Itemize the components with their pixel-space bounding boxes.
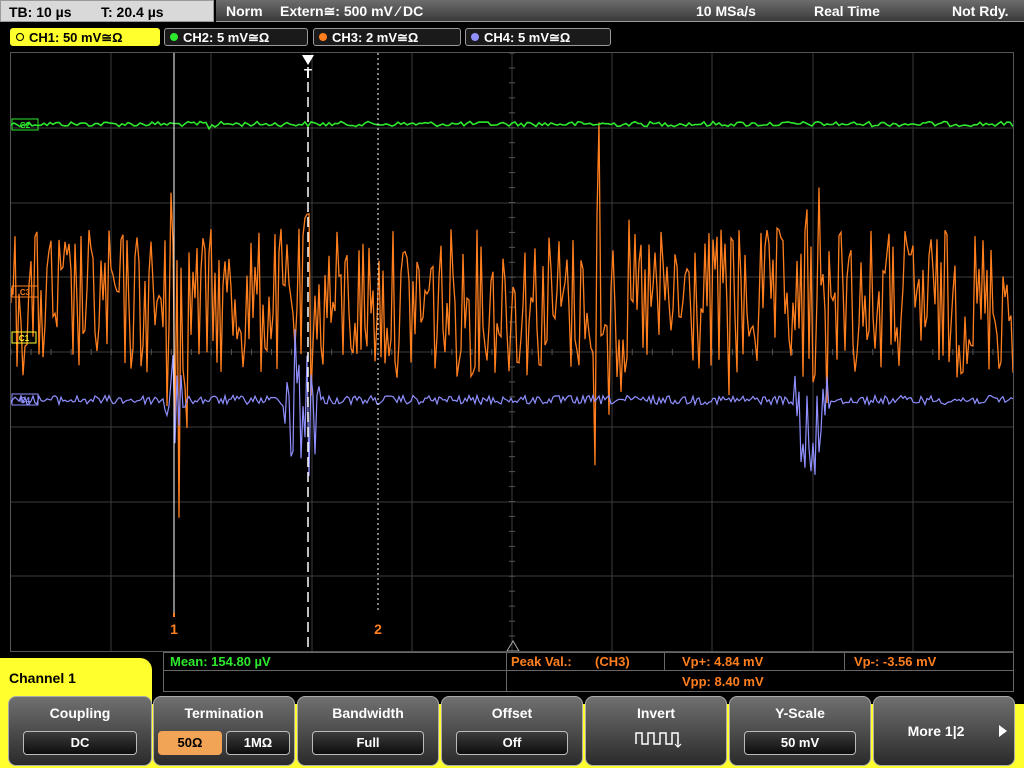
offset-softkey[interactable]: Offset Off	[441, 696, 583, 766]
ch3-dot-icon	[319, 33, 327, 41]
offset-label: Offset	[491, 705, 533, 721]
yscale-value: 50 mV	[744, 731, 856, 755]
svg-text:C2: C2	[20, 121, 31, 130]
measurement-panel[interactable]: Mean: 154.80 µV Peak Val.: (CH3) Vp+: 4.…	[163, 652, 1014, 692]
ch2-dot-icon	[170, 33, 178, 41]
coupling-value: DC	[23, 731, 137, 755]
acquisition-bar[interactable]: Norm Extern≅: 500 mV ⁄ DC 10 MSa/s Real …	[216, 0, 1024, 22]
tab-ch4[interactable]: CH4: 5 mV≅Ω	[465, 28, 611, 46]
more-label: More 1|2	[907, 723, 965, 739]
coupling-softkey[interactable]: Coupling DC	[8, 696, 152, 766]
timebase-box[interactable]: TB: 10 µs T: 20.4 µs	[0, 0, 214, 22]
cursor-1-label: 1	[170, 621, 178, 637]
peak-channel: (CH3)	[595, 654, 630, 669]
termination-1mohm-option[interactable]: 1MΩ	[226, 731, 290, 755]
graticule	[11, 53, 1013, 651]
timebase-label: TB: 10 µs	[9, 4, 72, 20]
trigger-mode-label: Norm	[226, 3, 263, 19]
bandwidth-value: Full	[312, 731, 424, 755]
trigger-time-label: T: 20.4 µs	[101, 4, 164, 20]
ch1-dot-icon	[16, 33, 24, 41]
menu-title-label: Channel 1	[9, 670, 76, 686]
trigger-marker-label: T	[304, 66, 312, 81]
vp-minus-readout: Vp-: -3.56 mV	[854, 654, 937, 669]
bandwidth-softkey[interactable]: Bandwidth Full	[297, 696, 439, 766]
measurement-divider-v2	[664, 653, 665, 670]
tab-ch1[interactable]: CH1: 50 mV≅Ω	[10, 28, 160, 46]
tab-ch3-label: CH3: 2 mV≅Ω	[332, 30, 419, 45]
waveform-svg: 1 2 T C2 C3 C1 C4	[11, 53, 1013, 651]
offset-value: Off	[456, 731, 568, 755]
tab-ch1-label: CH1: 50 mV≅Ω	[29, 30, 123, 45]
svg-text:C4: C4	[20, 396, 31, 405]
cursor-2-label: 2	[374, 621, 382, 637]
run-state-label: Not Rdy.	[952, 3, 1009, 19]
peak-label: Peak Val.:	[511, 654, 572, 669]
sample-rate-label: 10 MSa/s	[696, 3, 756, 19]
bandwidth-label: Bandwidth	[332, 705, 404, 721]
invert-softkey[interactable]: Invert	[585, 696, 727, 766]
termination-softkey[interactable]: Termination 50Ω 1MΩ	[153, 696, 295, 766]
termination-label: Termination	[184, 705, 264, 721]
svg-text:C1: C1	[19, 334, 30, 343]
vpp-readout: Vpp: 8.40 mV	[682, 674, 764, 689]
termination-50ohm-option[interactable]: 50Ω	[158, 731, 222, 755]
mean-readout: Mean: 154.80 µV	[170, 654, 271, 669]
tab-ch3[interactable]: CH3: 2 mV≅Ω	[313, 28, 461, 46]
tab-ch2-label: CH2: 5 mV≅Ω	[183, 30, 270, 45]
arrow-right-icon	[999, 725, 1007, 737]
tab-ch2[interactable]: CH2: 5 mV≅Ω	[164, 28, 308, 46]
coupling-label: Coupling	[49, 705, 111, 721]
invert-label: Invert	[636, 705, 676, 721]
yscale-softkey[interactable]: Y-Scale 50 mV	[729, 696, 871, 766]
measurement-divider	[164, 670, 1013, 671]
yscale-label: Y-Scale	[775, 705, 825, 721]
inverted-pulse-icon	[635, 732, 682, 748]
ch4-dot-icon	[471, 33, 479, 41]
trigger-source-label: Extern≅: 500 mV ⁄ DC	[280, 3, 424, 19]
measurement-divider-v3	[844, 653, 845, 670]
more-softkey[interactable]: More 1|2	[873, 696, 1015, 766]
svg-text:C3: C3	[20, 288, 31, 297]
status-bar: TB: 10 µs T: 20.4 µs Norm Extern≅: 500 m…	[0, 0, 1024, 24]
acq-mode-label: Real Time	[814, 3, 880, 19]
waveform-display[interactable]: 1 2 T C2 C3 C1 C4	[10, 52, 1014, 652]
trigger-offset-icon	[506, 640, 520, 651]
measurement-divider-v1	[506, 653, 507, 691]
vp-plus-readout: Vp+: 4.84 mV	[682, 654, 764, 669]
tab-ch4-label: CH4: 5 mV≅Ω	[484, 30, 571, 45]
